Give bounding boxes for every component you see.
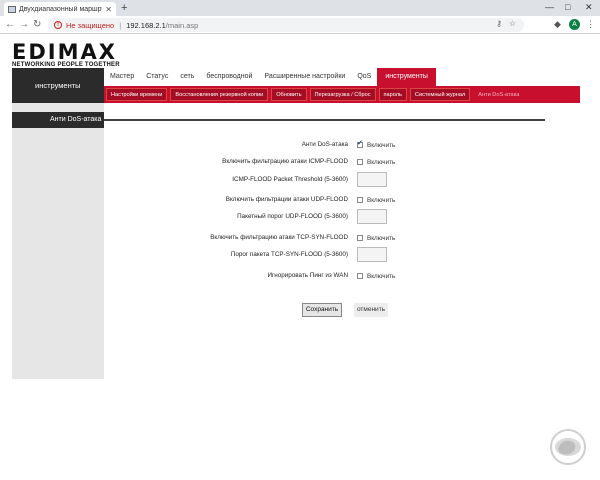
sub-nav: Настройки времени Восстановления резервн… — [106, 88, 525, 101]
menu-kebab-icon[interactable]: ⋮ — [586, 19, 595, 30]
main-nav-network[interactable]: сеть — [174, 68, 200, 86]
tab-close-icon[interactable]: ✕ — [105, 5, 112, 14]
new-tab-button[interactable]: + — [121, 2, 127, 14]
form-row-udp-threshold: Пакетный порог UDP-FLOOD (5-3600) — [104, 211, 580, 223]
watermark-logo-icon — [550, 429, 586, 465]
main-nav-wizard[interactable]: Мастер — [104, 68, 140, 86]
warning-icon: ! — [54, 21, 62, 29]
maximize-icon[interactable]: □ — [565, 2, 570, 13]
checkbox-label: Включить — [367, 196, 396, 204]
sub-nav-anti-dos[interactable]: Анти DoS-атака — [473, 88, 525, 101]
url-host: 192.168.2.1 — [126, 20, 166, 30]
checkbox-label: Включить — [367, 158, 396, 166]
tab-title: Двухдиапазонный маршрутиз — [19, 5, 102, 13]
browser-titlebar: Двухдиапазонный маршрутиз ✕ + — □ ✕ — [0, 0, 600, 16]
security-label: Не защищено — [66, 20, 115, 30]
anti-dos-checkbox[interactable] — [357, 139, 363, 148]
checkbox-label: Включить — [367, 141, 396, 149]
url-path: /main.asp — [165, 20, 199, 30]
edimax-logo: EDIMAX NETWORKING PEOPLE TOGETHER — [12, 42, 120, 69]
form-row-ignore-wan-ping: Игнорировать Пинг из WAN Включить — [104, 270, 580, 282]
reload-icon[interactable]: ↻ — [33, 18, 41, 31]
field-label: Включить фильтрацию атаки ICMP-FLOOD — [222, 158, 348, 165]
field-label: Включить фильтрацию атаки TCP-SYN-FLOOD — [210, 234, 348, 241]
field-label: Анти DoS-атака — [301, 141, 348, 148]
back-icon[interactable]: ← — [5, 18, 15, 31]
sub-nav-upgrade[interactable]: Обновить — [271, 88, 307, 101]
address-bar[interactable]: ! Не защищено | 192.168.2.1 /main.asp ⚷ … — [48, 18, 524, 32]
cancel-button[interactable]: отменить — [354, 303, 388, 317]
form-row-icmp-flood: Включить фильтрацию атаки ICMP-FLOOD Вкл… — [104, 156, 580, 168]
main-nav-tools[interactable]: инструменты — [377, 68, 436, 86]
tcp-syn-threshold-input[interactable] — [357, 247, 387, 262]
sub-nav-time-settings[interactable]: Настройки времени — [106, 88, 168, 101]
form-row-icmp-threshold: ICMP-FLOOD Packet Threshold (5-3600) — [104, 174, 580, 186]
close-window-icon[interactable]: ✕ — [585, 2, 593, 13]
extension-icon[interactable]: ◆ — [554, 19, 561, 30]
browser-toolbar: ← → ↻ ! Не защищено | 192.168.2.1 /main.… — [0, 16, 600, 34]
main-nav-status[interactable]: Статус — [140, 68, 174, 86]
logo-brand: EDIMAX — [12, 40, 117, 64]
field-label: ICMP-FLOOD Packet Threshold (5-3600) — [232, 176, 348, 183]
sidebar — [12, 103, 104, 379]
save-button[interactable]: Сохранить — [302, 303, 342, 317]
checkbox-label: Включить — [367, 272, 396, 280]
ignore-wan-ping-checkbox[interactable] — [357, 273, 363, 279]
sub-nav-reboot-reset[interactable]: Перезагрузка / Сброс — [309, 88, 376, 101]
profile-avatar[interactable]: А — [569, 19, 580, 30]
sidebar-item-anti-dos[interactable]: Анти DoS-атака — [12, 112, 104, 128]
icmp-threshold-input[interactable] — [357, 172, 387, 187]
sub-nav-backup-restore[interactable]: Восстановления резервной копии — [170, 88, 269, 101]
minimize-icon[interactable]: — — [545, 2, 554, 13]
sub-nav-system-log[interactable]: Системный журнал — [409, 88, 471, 101]
key-icon[interactable]: ⚷ — [496, 19, 502, 28]
checkbox-label: Включить — [367, 234, 396, 242]
udp-threshold-input[interactable] — [357, 209, 387, 224]
section-divider — [104, 119, 545, 121]
main-nav-qos[interactable]: QoS — [351, 68, 377, 86]
main-nav-advanced[interactable]: Расширенные настройки — [258, 68, 351, 86]
field-label: Включить фильтрации атаки UDP-FLOOD — [225, 196, 348, 203]
main-nav: Мастер Статус сеть беспроводной Расширен… — [104, 68, 436, 86]
form-row-tcp-syn-threshold: Порог пакета TCP-SYN-FLOOD (5-3600) — [104, 249, 580, 261]
sidebar-header: инструменты — [12, 68, 104, 103]
field-label: Порог пакета TCP-SYN-FLOOD (5-3600) — [230, 251, 348, 258]
form-row-tcp-syn-flood: Включить фильтрацию атаки TCP-SYN-FLOOD … — [104, 232, 580, 244]
page-favicon-icon — [8, 5, 16, 13]
field-label: Пакетный порог UDP-FLOOD (5-3600) — [237, 213, 348, 220]
main-nav-wireless[interactable]: беспроводной — [200, 68, 258, 86]
forward-icon[interactable]: → — [19, 18, 29, 31]
form-row-anti-dos: Анти DoS-атака Включить — [104, 139, 580, 151]
tcp-syn-flood-checkbox[interactable] — [357, 235, 363, 241]
browser-tab[interactable]: Двухдиапазонный маршрутиз ✕ — [4, 2, 116, 16]
icmp-flood-checkbox[interactable] — [357, 159, 363, 165]
udp-flood-checkbox[interactable] — [357, 197, 363, 203]
url-separator: | — [119, 20, 122, 30]
bookmark-star-icon[interactable]: ☆ — [509, 19, 516, 28]
field-label: Игнорировать Пинг из WAN — [267, 272, 348, 279]
form-row-udp-flood: Включить фильтрации атаки UDP-FLOOD Вклю… — [104, 194, 580, 206]
sub-nav-password[interactable]: пароль — [378, 88, 407, 101]
